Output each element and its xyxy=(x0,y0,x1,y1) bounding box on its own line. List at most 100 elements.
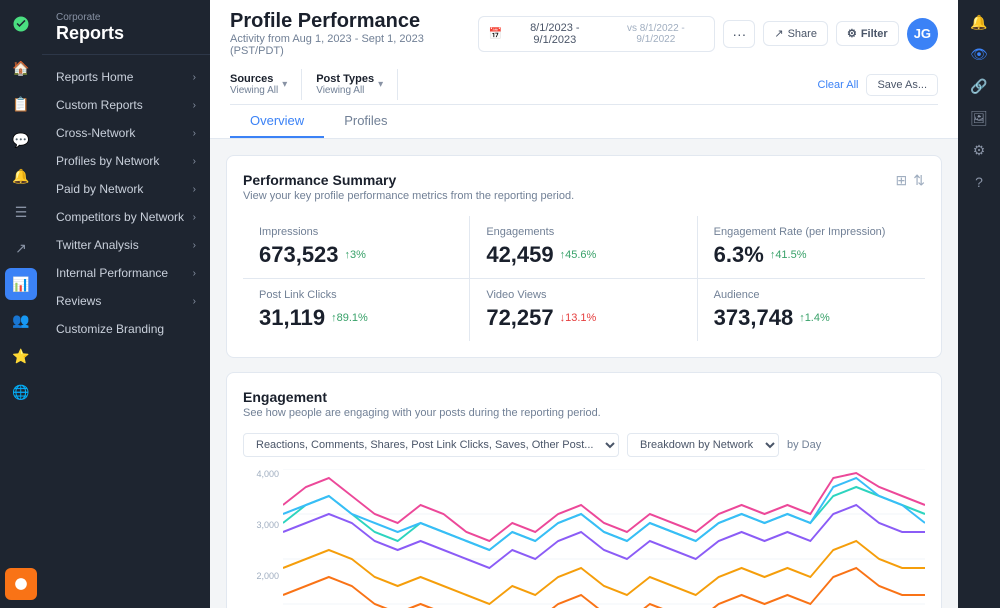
sidebar-item-label: Custom Reports xyxy=(56,98,143,112)
engagement-card: Engagement See how people are engaging w… xyxy=(226,372,942,608)
nav-icon-messages[interactable]: 💬 xyxy=(5,124,37,156)
clear-all-link[interactable]: Clear All xyxy=(818,79,859,91)
image-icon[interactable]: 🖼 xyxy=(965,104,993,132)
sidebar-item-label: Cross-Network xyxy=(56,126,135,140)
chevron-icon: › xyxy=(193,72,196,83)
engagement-card-header: Engagement See how people are engaging w… xyxy=(243,389,925,419)
chart-container: 4,000 3,000 2,000 1,000 0 xyxy=(243,469,925,608)
chevron-icon: › xyxy=(193,240,196,251)
post-types-filter[interactable]: Post Types Viewing All ▾ xyxy=(316,69,398,100)
filter-actions: Clear All Save As... xyxy=(818,74,939,96)
nav-icon-analytics[interactable]: 📊 xyxy=(5,268,37,300)
sidebar-item-competitors[interactable]: Competitors by Network › xyxy=(42,203,210,231)
chevron-icon: › xyxy=(193,156,196,167)
page-title: Profile Performance xyxy=(230,10,478,33)
sidebar-nav: Reports Home › Custom Reports › Cross-Ne… xyxy=(42,55,210,351)
sidebar-item-customize-branding[interactable]: Customize Branding xyxy=(42,315,210,343)
sidebar-item-paid-by-network[interactable]: Paid by Network › xyxy=(42,175,210,203)
nav-icon-feed[interactable]: 📋 xyxy=(5,88,37,120)
sidebar: Corporate Reports Reports Home › Custom … xyxy=(42,0,210,608)
chevron-icon: › xyxy=(193,128,196,139)
eye-icon[interactable]: 👁 xyxy=(965,40,993,68)
chevron-icon: › xyxy=(193,268,196,279)
icon-bar: 🏠 📋 💬 🔔 ☰ ↗ 📊 👥 ⭐ 🌐 xyxy=(0,0,42,608)
metrics-grid: Impressions 673,523 3% Engagements 42,45… xyxy=(243,216,925,341)
share-button[interactable]: ↗ Share xyxy=(763,21,828,46)
header-actions: 📅 8/1/2023 - 9/1/2023 vs 8/1/2022 - 9/1/… xyxy=(478,16,938,52)
date-vs-text: vs 8/1/2022 - 9/1/2022 xyxy=(607,23,704,45)
chevron-down-icon: ▾ xyxy=(282,79,287,90)
chevron-icon: › xyxy=(193,184,196,195)
chevron-icon: › xyxy=(193,212,196,223)
card-subtitle: View your key profile performance metric… xyxy=(243,190,574,202)
metric-video-views: Video Views 72,257 13.1% xyxy=(470,279,697,341)
tabs-row: Overview Profiles xyxy=(230,104,938,138)
card-header: Performance Summary View your key profil… xyxy=(243,172,925,202)
chevron-icon: › xyxy=(193,100,196,111)
sidebar-item-label: Profiles by Network xyxy=(56,154,159,168)
grid-view-icon[interactable]: ⊞ xyxy=(896,172,908,189)
save-as-button[interactable]: Save As... xyxy=(866,74,938,96)
nav-icon-home[interactable]: 🏠 xyxy=(5,52,37,84)
engagement-chart xyxy=(283,469,925,608)
sidebar-item-reports-home[interactable]: Reports Home › xyxy=(42,63,210,91)
sidebar-item-label: Paid by Network xyxy=(56,182,143,196)
app-logo[interactable] xyxy=(5,8,37,40)
engagement-subtitle: See how people are engaging with your po… xyxy=(243,407,601,419)
top-header: Profile Performance Activity from Aug 1,… xyxy=(210,0,958,139)
sidebar-item-label: Twitter Analysis xyxy=(56,238,139,252)
sidebar-item-label: Customize Branding xyxy=(56,322,164,336)
more-options-button[interactable]: ··· xyxy=(723,20,755,48)
nav-icon-people[interactable]: 👥 xyxy=(5,304,37,336)
metric-engagement-rate: Engagement Rate (per Impression) 6.3% 41… xyxy=(698,216,925,279)
by-day-label: by Day xyxy=(787,439,821,451)
main-content: Profile Performance Activity from Aug 1,… xyxy=(210,0,958,608)
breakdown-select[interactable]: Breakdown by Network xyxy=(627,433,779,457)
chevron-icon: › xyxy=(193,296,196,307)
settings-icon[interactable]: ⚙ xyxy=(965,136,993,164)
metrics-select[interactable]: Reactions, Comments, Shares, Post Link C… xyxy=(243,433,619,457)
sidebar-item-custom-reports[interactable]: Custom Reports › xyxy=(42,91,210,119)
metric-engagements: Engagements 42,459 45.6% xyxy=(470,216,697,279)
sidebar-item-label: Reviews xyxy=(56,294,101,308)
right-panel: 🔔 👁 🔗 🖼 ⚙ ? xyxy=(958,0,1000,608)
sidebar-section: Reports xyxy=(56,23,196,44)
engagement-filters: Reactions, Comments, Shares, Post Link C… xyxy=(243,433,925,457)
sidebar-item-label: Internal Performance xyxy=(56,266,168,280)
page-header-left: Profile Performance Activity from Aug 1,… xyxy=(230,10,478,57)
date-range-text: 8/1/2023 - 9/1/2023 xyxy=(508,22,601,46)
nav-icon-notifications[interactable]: 🔔 xyxy=(5,160,37,192)
sidebar-item-cross-network[interactable]: Cross-Network › xyxy=(42,119,210,147)
sidebar-item-profiles-by-network[interactable]: Profiles by Network › xyxy=(42,147,210,175)
link-icon[interactable]: 🔗 xyxy=(965,72,993,100)
engagement-title: Engagement xyxy=(243,389,601,405)
sidebar-item-reviews[interactable]: Reviews › xyxy=(42,287,210,315)
sidebar-item-label: Competitors by Network xyxy=(56,210,184,224)
tab-profiles[interactable]: Profiles xyxy=(324,105,407,138)
nav-icon-network[interactable]: 🌐 xyxy=(5,376,37,408)
filters-row: Sources Viewing All ▾ Post Types Viewing… xyxy=(230,61,938,100)
sort-icon[interactable]: ⇅ xyxy=(913,172,925,189)
nav-icon-send[interactable]: ↗ xyxy=(5,232,37,264)
user-avatar[interactable]: JG xyxy=(907,18,938,50)
nav-icon-star[interactable]: ⭐ xyxy=(5,340,37,372)
metric-post-link-clicks: Post Link Clicks 31,119 89.1% xyxy=(243,279,470,341)
sources-filter[interactable]: Sources Viewing All ▾ xyxy=(230,69,302,100)
filter-button[interactable]: ⚙ Filter xyxy=(836,21,899,46)
sidebar-company: Corporate xyxy=(56,12,196,23)
content-area: Performance Summary View your key profil… xyxy=(210,139,958,608)
sidebar-item-twitter-analysis[interactable]: Twitter Analysis › xyxy=(42,231,210,259)
share-icon: ↗ xyxy=(774,27,783,40)
bell-icon[interactable]: 🔔 xyxy=(965,8,993,36)
calendar-icon: 📅 xyxy=(489,27,503,40)
metric-audience: Audience 373,748 1.4% xyxy=(698,279,925,341)
date-range-button[interactable]: 📅 8/1/2023 - 9/1/2023 vs 8/1/2022 - 9/1/… xyxy=(478,16,716,52)
page-subtitle: Activity from Aug 1, 2023 - Sept 1, 2023… xyxy=(230,33,478,57)
sidebar-item-label: Reports Home xyxy=(56,70,133,84)
sidebar-item-internal-performance[interactable]: Internal Performance › xyxy=(42,259,210,287)
tab-overview[interactable]: Overview xyxy=(230,105,324,138)
nav-icon-list[interactable]: ☰ xyxy=(5,196,37,228)
question-icon[interactable]: ? xyxy=(965,168,993,196)
card-header-actions: ⊞ ⇅ xyxy=(896,172,925,189)
nav-icon-bottom[interactable] xyxy=(5,568,37,600)
